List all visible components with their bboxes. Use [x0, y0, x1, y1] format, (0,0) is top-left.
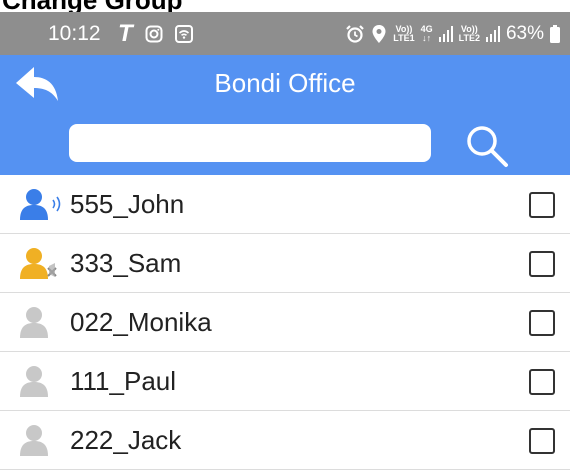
contact-row[interactable]: 555_John [0, 175, 570, 234]
person-speaking-icon [20, 189, 61, 220]
volte1-bottom: LTE1 [393, 32, 415, 43]
battery-icon [550, 24, 560, 43]
signal-icon [438, 25, 453, 42]
search-input[interactable] [69, 124, 431, 162]
search-icon [467, 126, 508, 167]
contact-name: 333_Sam [70, 248, 182, 278]
tiktok-icon: T [118, 20, 133, 47]
battery-percent: 63% [505, 22, 544, 44]
volte2-indicator: Vo)) LTE2 [458, 24, 480, 43]
select-checkbox[interactable] [529, 310, 555, 336]
select-checkbox[interactable] [529, 369, 555, 395]
status-left-icons: T [118, 20, 193, 47]
page-title: Bondi Office [214, 68, 356, 98]
contact-name: 555_John [70, 189, 185, 219]
select-checkbox[interactable] [529, 428, 555, 454]
volte2-bottom: LTE2 [458, 32, 480, 43]
page-caption: Change Group [2, 0, 183, 15]
status-time: 10:12 [48, 22, 101, 45]
contact-name: 022_Monika [70, 307, 212, 337]
search-button[interactable] [462, 121, 512, 171]
contact-row[interactable]: 022_Monika [0, 293, 570, 352]
location-icon [372, 24, 386, 43]
person-muted-icon [20, 248, 57, 279]
contact-row[interactable]: 222_Jack [0, 411, 570, 470]
contact-name: 222_Jack [70, 425, 182, 455]
volte1-indicator: Vo)) LTE1 [393, 24, 415, 43]
alarm-icon [346, 24, 365, 43]
contact-row[interactable]: 111_Paul [0, 352, 570, 411]
wifi-icon [174, 25, 193, 43]
signal-icon [485, 25, 500, 42]
app-header: Bondi Office [0, 55, 570, 175]
select-checkbox[interactable] [529, 251, 555, 277]
contact-row[interactable]: 333_Sam [0, 234, 570, 293]
person-icon [20, 307, 48, 338]
status-bar: 10:12 T Vo)) LTE1 4G ↓↑ Vo)) LTE2 63% [0, 12, 570, 55]
contact-list: 555_John 333_Sam 022_Monika 111_Paul 222_Jac… [0, 175, 570, 470]
select-checkbox[interactable] [529, 192, 555, 218]
network-type-indicator: 4G ↓↑ [421, 24, 433, 43]
network-type-bottom: ↓↑ [422, 32, 432, 43]
contact-name: 111_Paul [70, 366, 177, 396]
status-right: Vo)) LTE1 4G ↓↑ Vo)) LTE2 63% [345, 12, 560, 55]
instagram-icon [145, 25, 163, 43]
person-icon [20, 366, 48, 397]
person-icon [20, 425, 48, 456]
